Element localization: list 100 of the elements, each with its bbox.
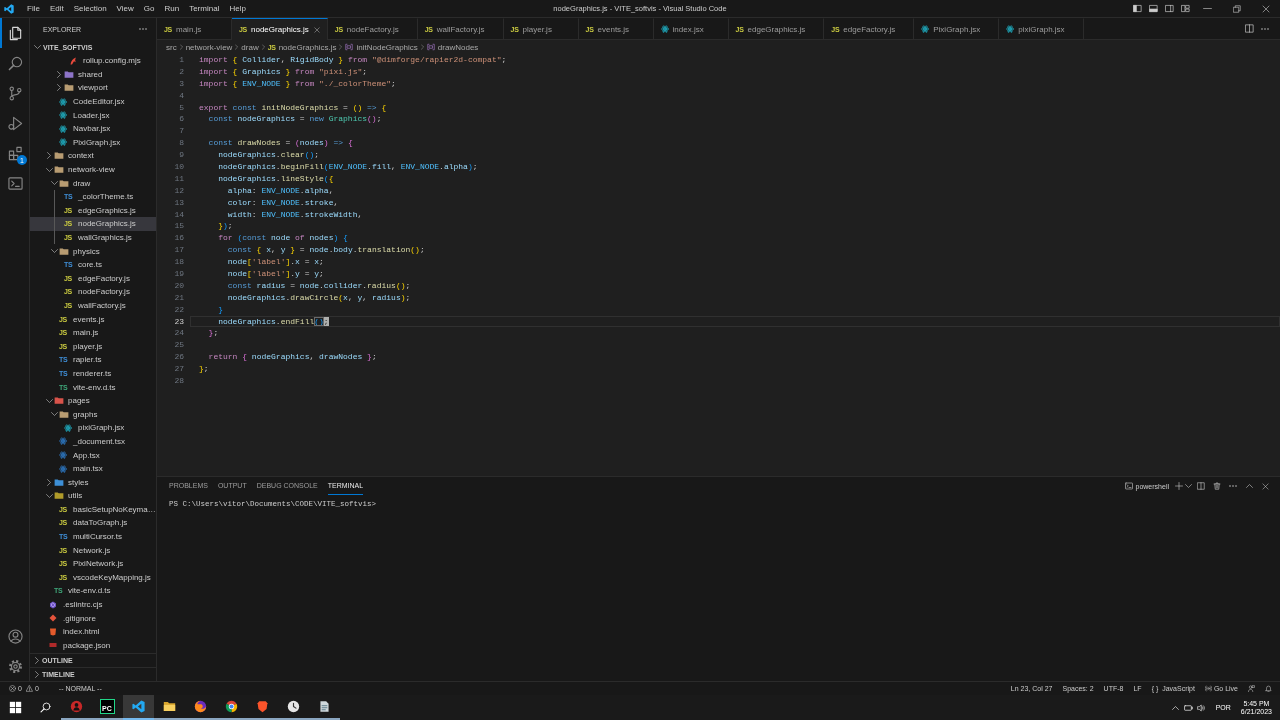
- app-logo-icon: [4, 3, 14, 14]
- tree-item[interactable]: styles: [30, 475, 156, 489]
- editor-tab[interactable]: PixiGraph.jsx: [914, 18, 1000, 39]
- restore-icon[interactable]: [1232, 4, 1241, 13]
- close-icon[interactable]: [313, 26, 320, 33]
- tree-item[interactable]: .eslintrc.cjs: [30, 597, 156, 612]
- code-line: const { x, y } = node.body.translation();: [226, 244, 426, 257]
- code-line: node['label'].y = y;: [226, 268, 325, 280]
- person-icon: [70, 700, 83, 713]
- chevron-right-icon: [261, 44, 265, 50]
- tree-item[interactable]: rollup.config.mjs: [30, 54, 156, 68]
- menu-item[interactable]: File: [22, 4, 45, 13]
- tree-item[interactable]: index.html: [30, 624, 156, 639]
- search-icon[interactable]: [40, 702, 51, 713]
- code-line: }: [217, 303, 224, 316]
- code-line: alpha: ENV_NODE.alpha,: [226, 184, 335, 197]
- tree-item[interactable]: draw: [30, 176, 156, 190]
- battery-icon[interactable]: [1183, 704, 1193, 711]
- tree-item[interactable]: main.tsx: [30, 461, 156, 476]
- line-number: 20: [173, 279, 185, 292]
- tree-item[interactable]: Navbar.jsx: [30, 121, 156, 136]
- breadcrumb-item[interactable]: network-view: [185, 42, 233, 52]
- line-number: 25: [173, 339, 185, 352]
- code-line: export const initNodeGraphics = () => {: [198, 101, 388, 114]
- tree-item[interactable]: graphs: [30, 407, 156, 422]
- chevron-down-icon[interactable]: [1185, 484, 1192, 488]
- menu-item[interactable]: Terminal: [184, 4, 225, 13]
- code-line: nodeGraphics.endFill();: [190, 315, 1280, 328]
- tree-item[interactable]: physics: [30, 244, 156, 258]
- code-line: color: ENV_NODE.stroke,: [226, 196, 340, 209]
- menu-item[interactable]: Help: [224, 4, 251, 13]
- account-icon[interactable]: [8, 628, 23, 644]
- atom-icon: [59, 97, 67, 106]
- close-icon[interactable]: [1261, 482, 1269, 490]
- plus-icon[interactable]: [1174, 482, 1183, 490]
- breadcrumb-item[interactable]: draw: [241, 42, 259, 52]
- clock-icon: [287, 700, 300, 713]
- breadcrumb-item[interactable]: initNodeGraphics: [345, 42, 418, 52]
- tree-item[interactable]: Loader.jsx: [30, 108, 156, 122]
- branch-icon: [8, 85, 23, 101]
- trash-icon[interactable]: [1213, 482, 1221, 490]
- split-editor-icon[interactable]: [1244, 24, 1254, 33]
- line-number: 5: [178, 101, 185, 114]
- code-line: for (const node of nodes) {: [217, 232, 349, 245]
- search-icon: [8, 55, 23, 71]
- menu-item[interactable]: Selection: [68, 4, 112, 13]
- tree-item[interactable]: viewport: [30, 81, 156, 95]
- four-panes-icon[interactable]: [8, 701, 22, 714]
- breadcrumb-item[interactable]: drawNodes: [426, 42, 479, 52]
- line-number: 6: [178, 113, 185, 126]
- feedback-icon[interactable]: [1248, 685, 1255, 692]
- tree-item[interactable]: App.tsx: [30, 448, 156, 462]
- editor-tab[interactable]: index.jsx: [653, 18, 729, 39]
- tree-item[interactable]: context: [30, 149, 156, 163]
- document-icon: [318, 700, 331, 713]
- bell-icon[interactable]: [1265, 685, 1272, 692]
- menu-item[interactable]: View: [111, 4, 139, 13]
- settings-icon[interactable]: [8, 658, 23, 674]
- panel-toggle-icon[interactable]: [1148, 4, 1158, 13]
- menu-item[interactable]: Edit: [44, 4, 69, 13]
- segmented-circle-icon: [225, 700, 238, 713]
- tree-item[interactable]: network-view: [30, 162, 156, 177]
- line-number: 3: [178, 77, 185, 90]
- chevron-up-icon[interactable]: [1245, 484, 1253, 488]
- line-number: 1: [178, 54, 185, 66]
- minimize-icon[interactable]: [1203, 7, 1212, 10]
- sidebar-toggle-icon[interactable]: [1132, 4, 1142, 13]
- tree-item[interactable]: CodeEditor.jsx: [30, 94, 156, 109]
- line-number: 12: [173, 184, 185, 197]
- shield-icon: [256, 700, 269, 713]
- line-number: 11: [173, 172, 185, 185]
- bracket-symbol-icon: [426, 43, 435, 51]
- feather-icon: [69, 56, 77, 65]
- tree-item[interactable]: _document.tsx: [30, 434, 156, 449]
- code-line: });: [217, 220, 234, 233]
- split-terminal-icon[interactable]: [1197, 482, 1205, 490]
- line-number: 16: [173, 232, 185, 245]
- editor-tab[interactable]: pixiGraph.jsx: [999, 18, 1084, 39]
- breadcrumb-item[interactable]: src: [166, 42, 177, 52]
- tree-item[interactable]: pixiGraph.jsx: [30, 421, 156, 435]
- code-line: };: [207, 327, 220, 340]
- tree-item[interactable]: PixiGraph.jsx: [30, 135, 156, 150]
- tree-item[interactable]: .gitignore: [30, 611, 156, 625]
- more-icon[interactable]: [1261, 27, 1269, 30]
- tree-item[interactable]: pages: [30, 393, 156, 408]
- tree-item[interactable]: shared: [30, 67, 156, 82]
- line-number: 14: [173, 208, 185, 221]
- split-layout-icon[interactable]: [1164, 4, 1174, 13]
- speaker-icon[interactable]: [1197, 703, 1206, 712]
- code-line: import { Graphics } from "pixi.js";: [198, 65, 369, 78]
- line-number: 27: [173, 363, 185, 376]
- tree-item[interactable]: utils: [30, 489, 156, 503]
- close-icon[interactable]: [1261, 4, 1270, 13]
- layout-icon[interactable]: [1180, 4, 1190, 13]
- menu-item[interactable]: Run: [159, 4, 185, 13]
- menu-item[interactable]: Go: [138, 4, 160, 13]
- code-line: nodeGraphics.beginFill(ENV_NODE.fill, ENV_NODE.alpha);: [217, 161, 479, 173]
- code-line: nodeGraphics.lineStyle({: [217, 172, 335, 185]
- tree-item[interactable]: package.json: [30, 638, 156, 653]
- warning-icon: [25, 685, 33, 692]
